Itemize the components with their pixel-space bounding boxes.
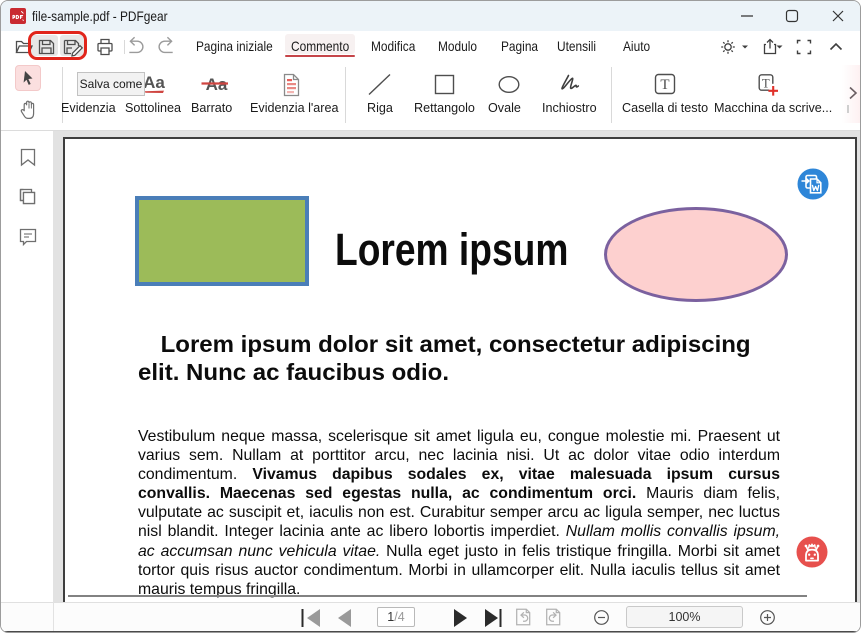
svg-text:T: T	[660, 77, 669, 93]
svg-text:T: T	[762, 77, 770, 91]
svg-text:Aa: Aa	[143, 73, 165, 92]
